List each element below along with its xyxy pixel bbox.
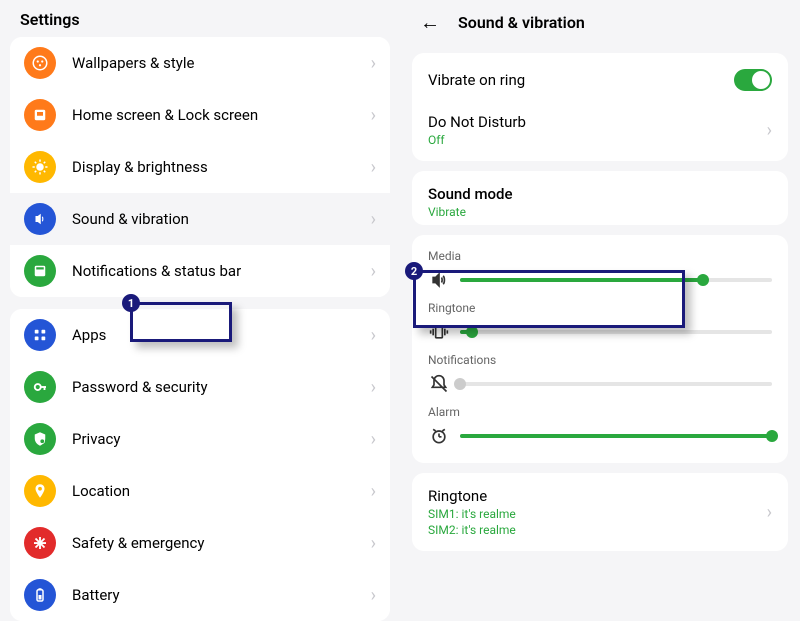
alarm-icon [428,425,450,447]
volume-label: Ringtone [428,301,772,315]
row-sub: SIM2: it's realme [428,523,767,537]
settings-item-home-lock[interactable]: Home screen & Lock screen › [10,89,390,141]
settings-left-panel: Settings Wallpapers & style › Home scree… [0,0,400,613]
notification-icon [24,255,56,287]
settings-item-location[interactable]: Location › [10,465,390,517]
row-dnd[interactable]: Do Not Disturb Off › [412,103,788,157]
settings-item-battery[interactable]: Battery › [10,569,390,621]
battery-icon [24,579,56,611]
settings-item-label: Safety & emergency [72,534,371,552]
settings-item-label: Sound & vibration [72,210,371,228]
settings-item-sound[interactable]: Sound & vibration › [10,193,390,245]
settings-group-2: Apps › Password & security › Privacy › L… [10,309,390,621]
settings-item-label: Password & security [72,378,371,396]
settings-item-label: Location [72,482,371,500]
vibrate-icon [428,321,450,343]
sound-mode-title: Sound mode [428,185,772,203]
settings-header: Settings [0,0,400,37]
settings-item-label: Wallpapers & style [72,54,371,72]
panel-title: Sound & vibration [458,13,585,32]
volume-slider-media[interactable] [460,278,772,282]
chevron-right-icon: › [371,429,376,450]
settings-item-wallpapers[interactable]: Wallpapers & style › [10,37,390,89]
wallpaper-icon [24,47,56,79]
card-volumes: Media Ringtone Notifications [412,235,788,463]
privacy-icon [24,423,56,455]
settings-item-safety[interactable]: Safety & emergency › [10,517,390,569]
row-title: Do Not Disturb [428,113,767,131]
row-sub: SIM1: it's realme [428,507,767,521]
card-general: Vibrate on ring Do Not Disturb Off › [412,53,788,161]
settings-item-display[interactable]: Display & brightness › [10,141,390,193]
chevron-right-icon: › [371,157,376,178]
row-sub: Off [428,133,767,147]
sound-icon [24,203,56,235]
settings-item-notifications[interactable]: Notifications & status bar › [10,245,390,297]
location-icon [24,475,56,507]
volume-label: Media [428,249,772,263]
chevron-right-icon: › [371,533,376,554]
sound-vibration-panel: ← Sound & vibration Vibrate on ring Do N… [400,0,800,613]
volume-notifications: Notifications [428,345,772,397]
settings-item-privacy[interactable]: Privacy › [10,413,390,465]
volume-alarm: Alarm [428,397,772,449]
chevron-right-icon: › [371,209,376,230]
volume-slider-ringtone[interactable] [460,330,772,334]
home-icon [24,99,56,131]
row-label: Vibrate on ring [428,71,734,89]
settings-item-label: Battery [72,586,371,604]
bell-mute-icon [428,373,450,395]
settings-item-label: Notifications & status bar [72,262,371,280]
settings-item-label: Privacy [72,430,371,448]
volume-ringtone: Ringtone [428,293,772,345]
speaker-icon [428,269,450,291]
volume-slider-notifications[interactable] [460,382,772,386]
chevron-right-icon: › [371,377,376,398]
sound-mode-sub: Vibrate [428,205,772,219]
volume-media: Media [428,241,772,293]
volume-slider-alarm[interactable] [460,434,772,438]
back-icon[interactable]: ← [420,10,440,35]
settings-item-apps[interactable]: Apps › [10,309,390,361]
volume-label: Alarm [428,405,772,419]
card-sound-mode[interactable]: Sound mode Vibrate [412,171,788,225]
safety-icon [24,527,56,559]
settings-item-label: Home screen & Lock screen [72,106,371,124]
chevron-right-icon: › [371,105,376,126]
panel-header: ← Sound & vibration [400,0,800,43]
display-icon [24,151,56,183]
row-ringtone[interactable]: Ringtone SIM1: it's realme SIM2: it's re… [412,477,788,547]
settings-item-label: Display & brightness [72,158,371,176]
row-title: Ringtone [428,487,767,505]
chevron-right-icon: › [371,261,376,282]
password-icon [24,371,56,403]
chevron-right-icon: › [371,53,376,74]
chevron-right-icon: › [371,325,376,346]
settings-item-password[interactable]: Password & security › [10,361,390,413]
volume-label: Notifications [428,353,772,367]
chevron-right-icon: › [767,120,772,141]
settings-group-1: Wallpapers & style › Home screen & Lock … [10,37,390,297]
chevron-right-icon: › [371,481,376,502]
card-ringtone: Ringtone SIM1: it's realme SIM2: it's re… [412,473,788,551]
toggle-switch-on[interactable] [734,69,772,91]
row-vibrate-on-ring[interactable]: Vibrate on ring [412,57,788,103]
settings-item-label: Apps [72,326,371,344]
chevron-right-icon: › [767,502,772,523]
apps-icon [24,319,56,351]
chevron-right-icon: › [371,585,376,606]
